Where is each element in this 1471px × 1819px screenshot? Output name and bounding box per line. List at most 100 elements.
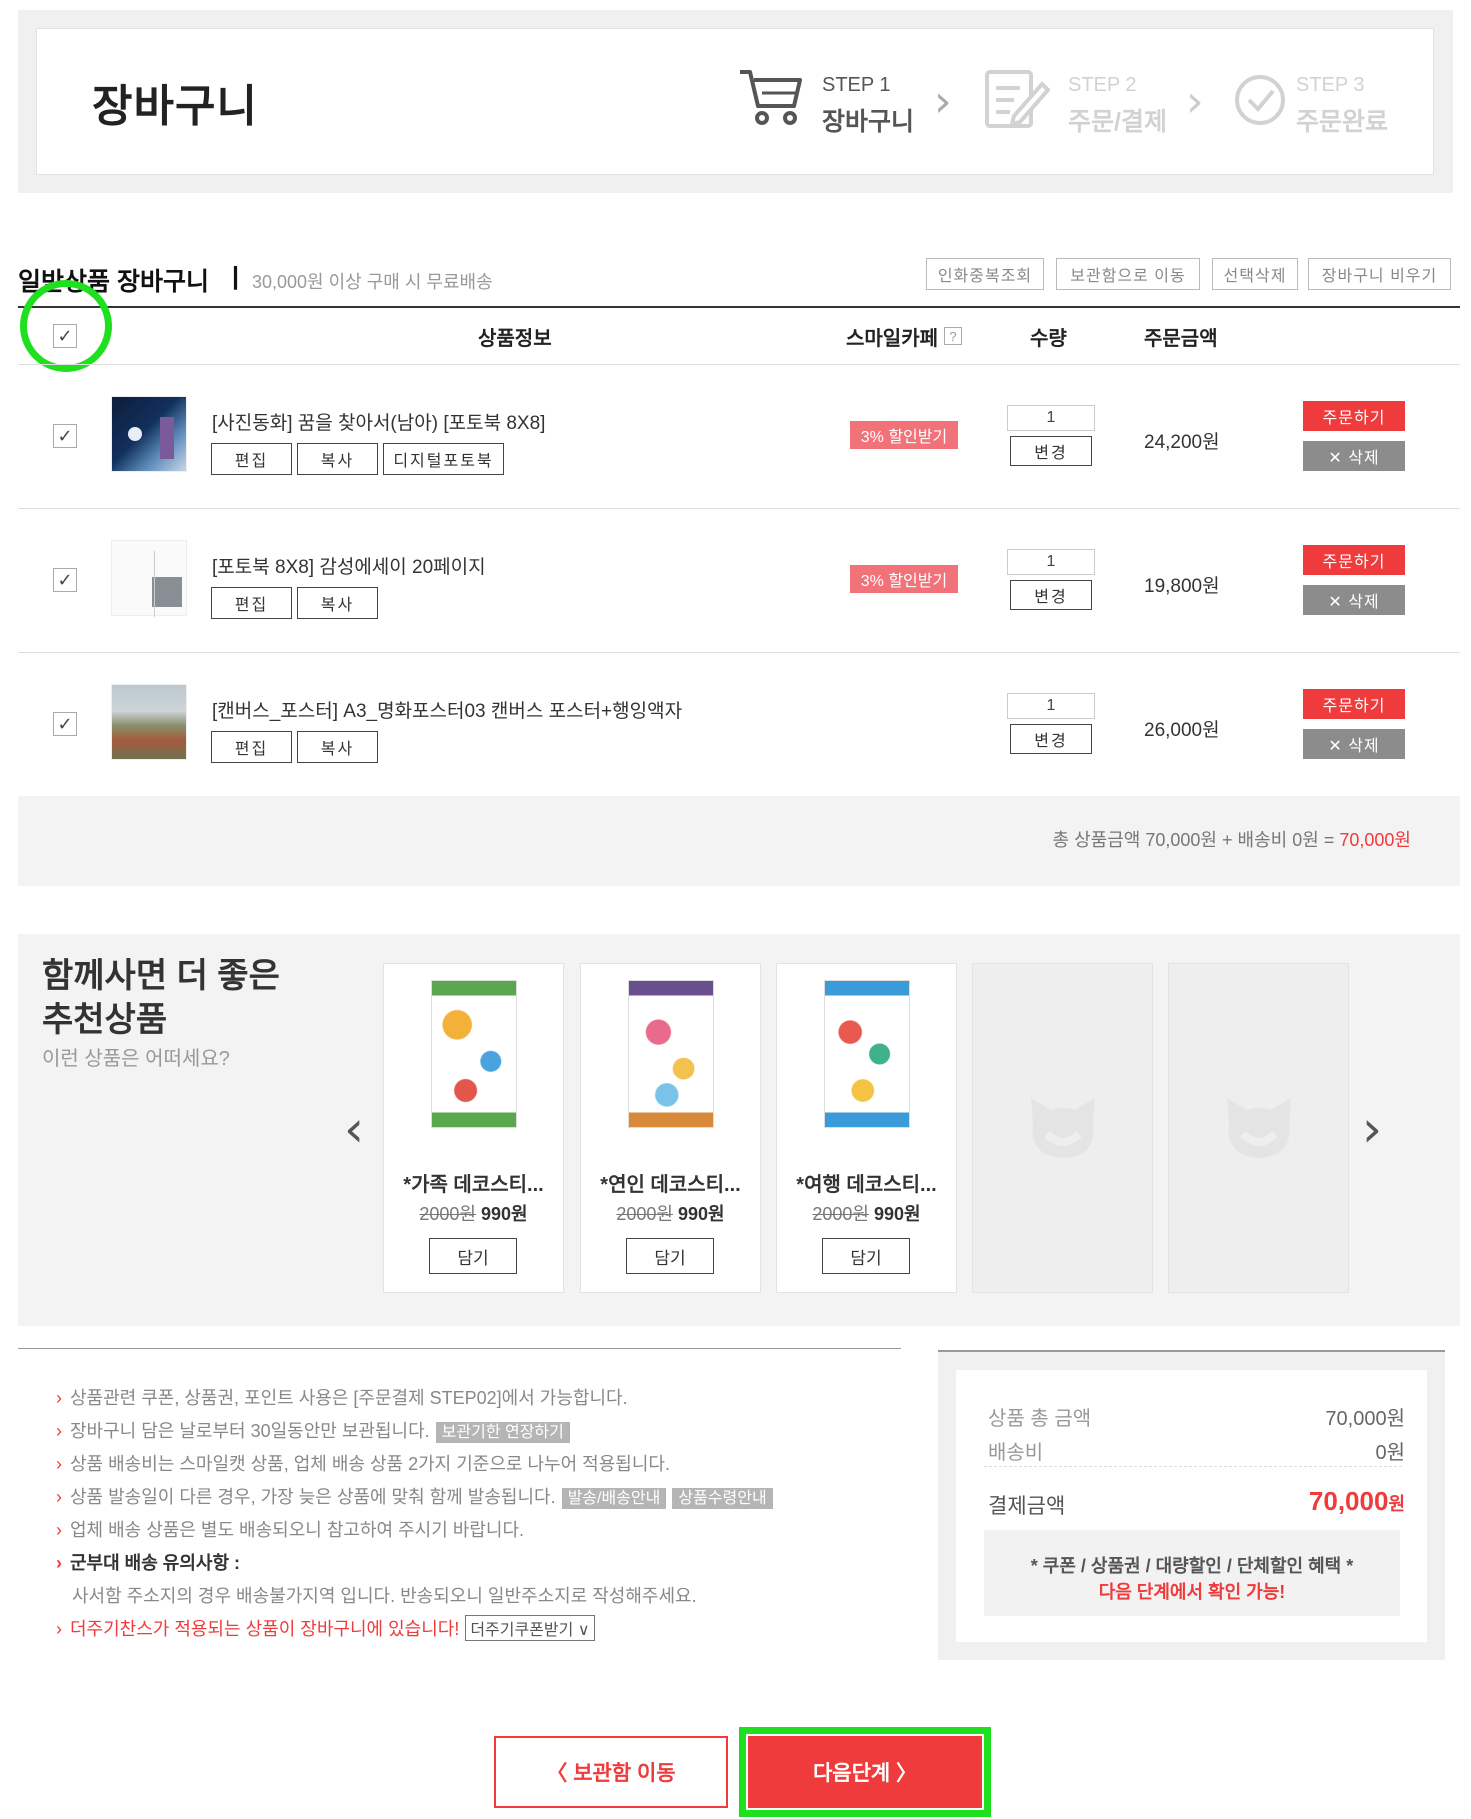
table-top-border — [18, 306, 1460, 308]
summary-divider — [984, 1466, 1402, 1467]
coupon-select-value: 더주기쿠폰받기 — [470, 1622, 574, 1639]
edit-button[interactable]: 편집 — [211, 443, 292, 475]
notice-text: 업체 배송 상품은 별도 배송되오니 참고하여 주시기 바랍니다. — [70, 1520, 525, 1540]
write-form-icon — [985, 70, 1050, 128]
copy-button[interactable]: 복사 — [297, 443, 378, 475]
delete-item-button[interactable]: ✕ 삭제 — [1303, 729, 1405, 759]
payment-amount-label: 결제금액 — [988, 1495, 1066, 1518]
add-to-cart-button[interactable]: 담기 — [429, 1238, 517, 1274]
payment-amount-number: 70,000 — [1308, 1486, 1389, 1516]
product-price: 2000원 990원 — [581, 1200, 760, 1226]
carousel-prev-icon[interactable]: ‹ — [344, 1100, 364, 1158]
delete-item-button[interactable]: ✕ 삭제 — [1303, 585, 1405, 615]
check-circle-icon — [1235, 75, 1285, 125]
recommend-card[interactable]: *연인 데코스티... 2000원 990원 담기 — [580, 963, 761, 1293]
shipping-label: 배송비 — [1237, 830, 1288, 850]
column-quantity: 수량 — [1030, 328, 1067, 350]
carousel-next-icon[interactable]: › — [1362, 1100, 1382, 1158]
product-thumbnail[interactable] — [111, 540, 187, 617]
item-checkbox[interactable]: ✓ — [53, 712, 77, 736]
notice-item: › 상품 발송일이 다른 경우, 가장 늦은 상품에 맞춰 함께 발송됩니다. 발송… — [56, 1483, 773, 1509]
plus-sign: + — [1222, 830, 1233, 850]
delete-item-button[interactable]: ✕ 삭제 — [1303, 441, 1405, 471]
edit-button[interactable]: 편집 — [211, 587, 292, 619]
coupon-select[interactable]: 더주기쿠폰받기 ∨ — [465, 1615, 595, 1641]
notice-text: 상품 발송일이 다른 경우, 가장 늦은 상품에 맞춰 함께 발송됩니다. — [70, 1487, 556, 1507]
move-to-storage-bottom-button[interactable]: 〈 보관함 이동 — [494, 1736, 728, 1808]
step-3-label: 주문완료 — [1296, 108, 1389, 136]
original-price: 2000원 — [812, 1204, 869, 1224]
product-name[interactable]: [사진동화] 꿈을 찾아서(남아) [포토북 8X8] — [212, 408, 545, 435]
payment-amount-unit: 원 — [1388, 1494, 1405, 1514]
notice-item: › 장바구니 담은 날로부터 30일동안만 보관됩니다. 보관기한 연장하기 — [56, 1417, 570, 1443]
recommend-card[interactable]: *여행 데코스티... 2000원 990원 담기 — [776, 963, 957, 1293]
order-now-button[interactable]: 주문하기 — [1303, 401, 1405, 431]
step-chevron-icon: › — [1186, 76, 1204, 127]
item-checkbox[interactable]: ✓ — [53, 424, 77, 448]
empty-recommend-card — [972, 963, 1153, 1293]
step-1-number: STEP 1 — [822, 74, 891, 96]
empty-cart-button[interactable]: 장바구니 비우기 — [1308, 258, 1451, 290]
product-image[interactable] — [431, 980, 517, 1128]
product-image[interactable] — [824, 980, 910, 1128]
chevron-right-icon: › — [56, 1487, 62, 1507]
chevron-right-icon: › — [56, 1520, 62, 1540]
next-step-button[interactable]: 다음단계 〉 — [748, 1736, 982, 1808]
product-name[interactable]: [캔버스_포스터] A3_명화포스터03 캔버스 포스터+행잉액자 — [212, 696, 682, 723]
order-now-button[interactable]: 주문하기 — [1303, 689, 1405, 719]
quantity-input[interactable]: 1 — [1007, 405, 1095, 431]
title-separator: | — [232, 262, 239, 290]
quantity-change-button[interactable]: 변경 — [1010, 436, 1092, 466]
copy-button[interactable]: 복사 — [297, 587, 378, 619]
move-to-storage-button[interactable]: 보관함으로 이동 — [1056, 258, 1200, 290]
chevron-right-icon: › — [56, 1454, 62, 1474]
receipt-info-button[interactable]: 상품수령안내 — [672, 1488, 773, 1509]
shipping-info-button[interactable]: 발송/배송안내 — [561, 1488, 667, 1509]
shipping-amount: 0원 — [1292, 830, 1319, 850]
quantity-input[interactable]: 1 — [1007, 693, 1095, 719]
discount-button[interactable]: 3% 할인받기 — [850, 421, 958, 449]
add-to-cart-button[interactable]: 담기 — [626, 1238, 714, 1274]
delete-selected-button[interactable]: 선택삭제 — [1212, 258, 1298, 290]
product-name[interactable]: *연인 데코스티... — [581, 1168, 760, 1197]
total-amount: 70,000원 — [1339, 830, 1411, 850]
sale-price: 990원 — [678, 1204, 725, 1224]
extend-storage-button[interactable]: 보관기한 연장하기 — [435, 1422, 570, 1443]
digital-photobook-button[interactable]: 디지털포토북 — [383, 443, 504, 475]
equals-sign: = — [1323, 830, 1335, 850]
recommend-card[interactable]: *가족 데코스티... 2000원 990원 담기 — [383, 963, 564, 1293]
discount-button[interactable]: 3% 할인받기 — [850, 565, 958, 593]
product-name[interactable]: [포토북 8X8] 감성에세이 20페이지 — [212, 552, 486, 579]
notice-text: 장바구니 담은 날로부터 30일동안만 보관됩니다. — [70, 1421, 430, 1441]
product-image[interactable] — [628, 980, 714, 1128]
total-goods-amount: 70,000원 — [1145, 830, 1217, 850]
duplicate-check-button[interactable]: 인화중복조회 — [926, 258, 1044, 290]
product-name[interactable]: *여행 데코스티... — [777, 1168, 956, 1197]
original-price: 2000원 — [419, 1204, 476, 1224]
item-checkbox[interactable]: ✓ — [53, 568, 77, 592]
cart-total-summary: 총 상품금액 70,000원 + 배송비 0원 = 70,000원 — [1053, 826, 1411, 852]
help-icon[interactable]: ? — [944, 327, 962, 345]
goods-total-value: 70,000원 — [1325, 1408, 1405, 1430]
notice-item: › 상품관련 쿠폰, 상품권, 포인트 사용은 [주문결제 STEP02]에서 가… — [56, 1384, 628, 1410]
step-3: STEP 3 주문완료 — [1232, 66, 1432, 136]
cat-placeholder-icon — [1031, 1098, 1095, 1158]
order-now-button[interactable]: 주문하기 — [1303, 545, 1405, 575]
product-thumbnail[interactable] — [111, 396, 187, 472]
goods-total-label: 상품 총 금액 — [988, 1408, 1092, 1430]
chevron-right-icon: › — [56, 1388, 62, 1408]
add-to-cart-button[interactable]: 담기 — [822, 1238, 910, 1274]
product-thumbnail[interactable] — [111, 684, 187, 760]
notice-item: › 군부대 배송 유의사항 : — [56, 1549, 240, 1575]
quantity-change-button[interactable]: 변경 — [1010, 724, 1092, 754]
sale-price: 990원 — [874, 1204, 921, 1224]
copy-button[interactable]: 복사 — [297, 731, 378, 763]
column-smile-cafe: 스마일카페 — [846, 328, 938, 350]
quantity-change-button[interactable]: 변경 — [1010, 580, 1092, 610]
edit-button[interactable]: 편집 — [211, 731, 292, 763]
recommend-title: 함께사면 더 좋은 추천상품 — [42, 954, 280, 1042]
page-title: 장바구니 — [92, 82, 258, 131]
step-1: STEP 1 장바구니 — [738, 66, 938, 136]
product-name[interactable]: *가족 데코스티... — [384, 1168, 563, 1197]
quantity-input[interactable]: 1 — [1007, 549, 1095, 575]
